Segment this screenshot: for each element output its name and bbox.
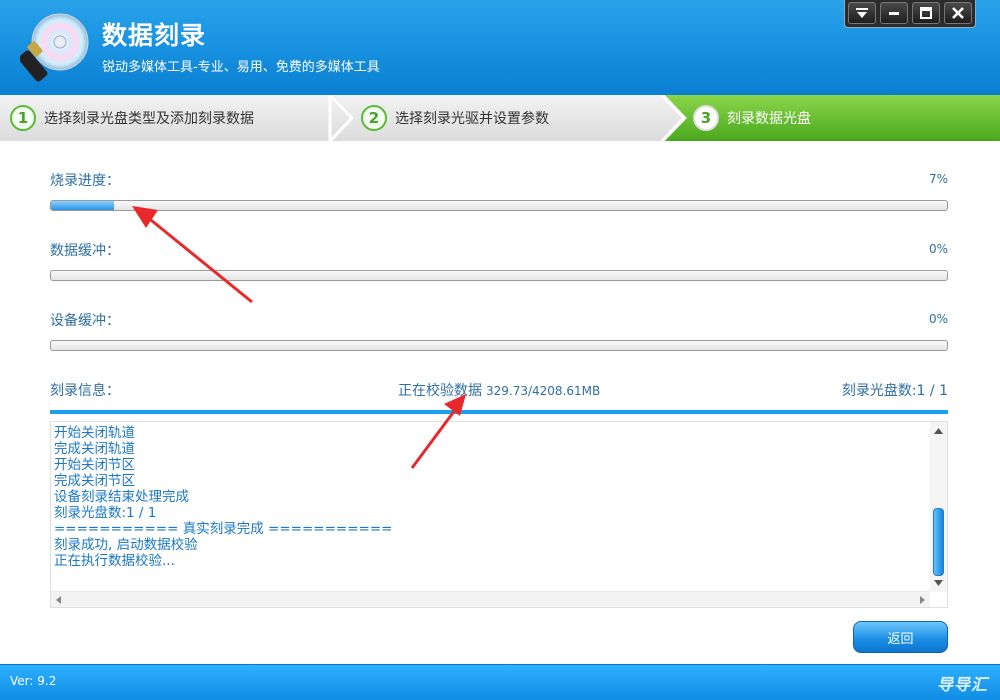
burn-progress-label: 烧录进度： (50, 173, 120, 189)
close-icon[interactable] (944, 2, 972, 24)
burn-window: 数据刻录 锐动多媒体工具-专业、易用、免费的多媒体工具 1 选择刻录光盘类型及添… (0, 0, 1000, 700)
disc-burner-logo-icon (20, 13, 89, 82)
arrow-to-progress (132, 206, 253, 304)
data-buffer-bar (50, 270, 948, 281)
device-buffer-bar (50, 340, 948, 351)
burn-progress-fill (51, 201, 114, 210)
step-1: 1 选择刻录光盘类型及添加刻录数据 (10, 95, 254, 141)
log-line: 开始关闭轨道 (54, 425, 135, 441)
menu-icon[interactable] (848, 2, 876, 24)
log-line: =========== 真实刻录完成 =========== (54, 521, 393, 537)
log-lines: 开始关闭轨道 完成关闭轨道 开始关闭节区 完成关闭节区 设备刻录结束处理完成 刻录光盘数:… (54, 425, 392, 569)
wizard-steps: 1 选择刻录光盘类型及添加刻录数据 2 选择刻录光驱并设置参数 3 刻录数据光盘 (0, 95, 1000, 141)
step-3: 3 刻录数据光盘 (693, 95, 811, 141)
verify-status: 正在校验数据 329.73/4208.61MB (398, 380, 600, 400)
burn-progress-percent: 7% (928, 172, 948, 186)
log-line: 完成关闭轨道 (54, 441, 135, 457)
verify-status-text: 正在校验数据 (398, 383, 482, 399)
hscroll-arrows-icon (56, 596, 925, 604)
watermark-logo: 导导汇 (936, 675, 988, 694)
status-bar: Ver: 9.2 导导汇 (0, 664, 1000, 700)
step-label: 选择刻录光驱并设置参数 (395, 111, 549, 127)
log-line: 正在执行数据校验... (54, 553, 175, 569)
disc-count: 刻录光盘数:1 / 1 (841, 383, 948, 399)
log-line: 设备刻录结束处理完成 (54, 489, 189, 505)
burn-progress-bar (50, 200, 948, 211)
log-line: 开始关闭节区 (54, 457, 135, 473)
info-divider (50, 410, 948, 414)
window-controls (844, 0, 976, 28)
device-buffer-label: 设备缓冲： (50, 313, 120, 329)
log-line: 刻录光盘数:1 / 1 (54, 505, 157, 521)
step-number: 1 (10, 105, 36, 131)
log-line: 完成关闭节区 (54, 473, 135, 489)
minimize-icon[interactable] (880, 2, 908, 24)
title-bar: 数据刻录 锐动多媒体工具-专业、易用、免费的多媒体工具 (0, 0, 1000, 95)
scrollbar-thumb[interactable] (933, 508, 944, 576)
log-vertical-scrollbar[interactable] (930, 422, 947, 592)
step-label: 刻录数据光盘 (727, 111, 811, 127)
verify-status-size: 329.73/4208.61MB (486, 384, 601, 398)
app-subtitle: 锐动多媒体工具-专业、易用、免费的多媒体工具 (102, 60, 380, 75)
log-line: 刻录成功, 启动数据校验 (54, 537, 198, 553)
back-button[interactable]: 返回 (853, 621, 948, 653)
data-buffer-percent: 0% (928, 242, 948, 256)
device-buffer-percent: 0% (928, 312, 948, 326)
version-label: Ver: 9.2 (10, 674, 57, 688)
app-title: 数据刻录 (102, 21, 207, 50)
maximize-icon[interactable] (912, 2, 940, 24)
burn-info-label: 刻录信息： (50, 383, 120, 399)
log-horizontal-scrollbar[interactable] (51, 591, 930, 607)
step-label: 选择刻录光盘类型及添加刻录数据 (44, 111, 254, 127)
data-buffer-label: 数据缓冲： (50, 243, 120, 259)
step-number: 3 (693, 105, 719, 131)
step-2: 2 选择刻录光驱并设置参数 (361, 95, 549, 141)
step-number: 2 (361, 105, 387, 131)
burn-log[interactable]: 开始关闭轨道 完成关闭轨道 开始关闭节区 完成关闭节区 设备刻录结束处理完成 刻录光盘数:… (50, 421, 948, 608)
